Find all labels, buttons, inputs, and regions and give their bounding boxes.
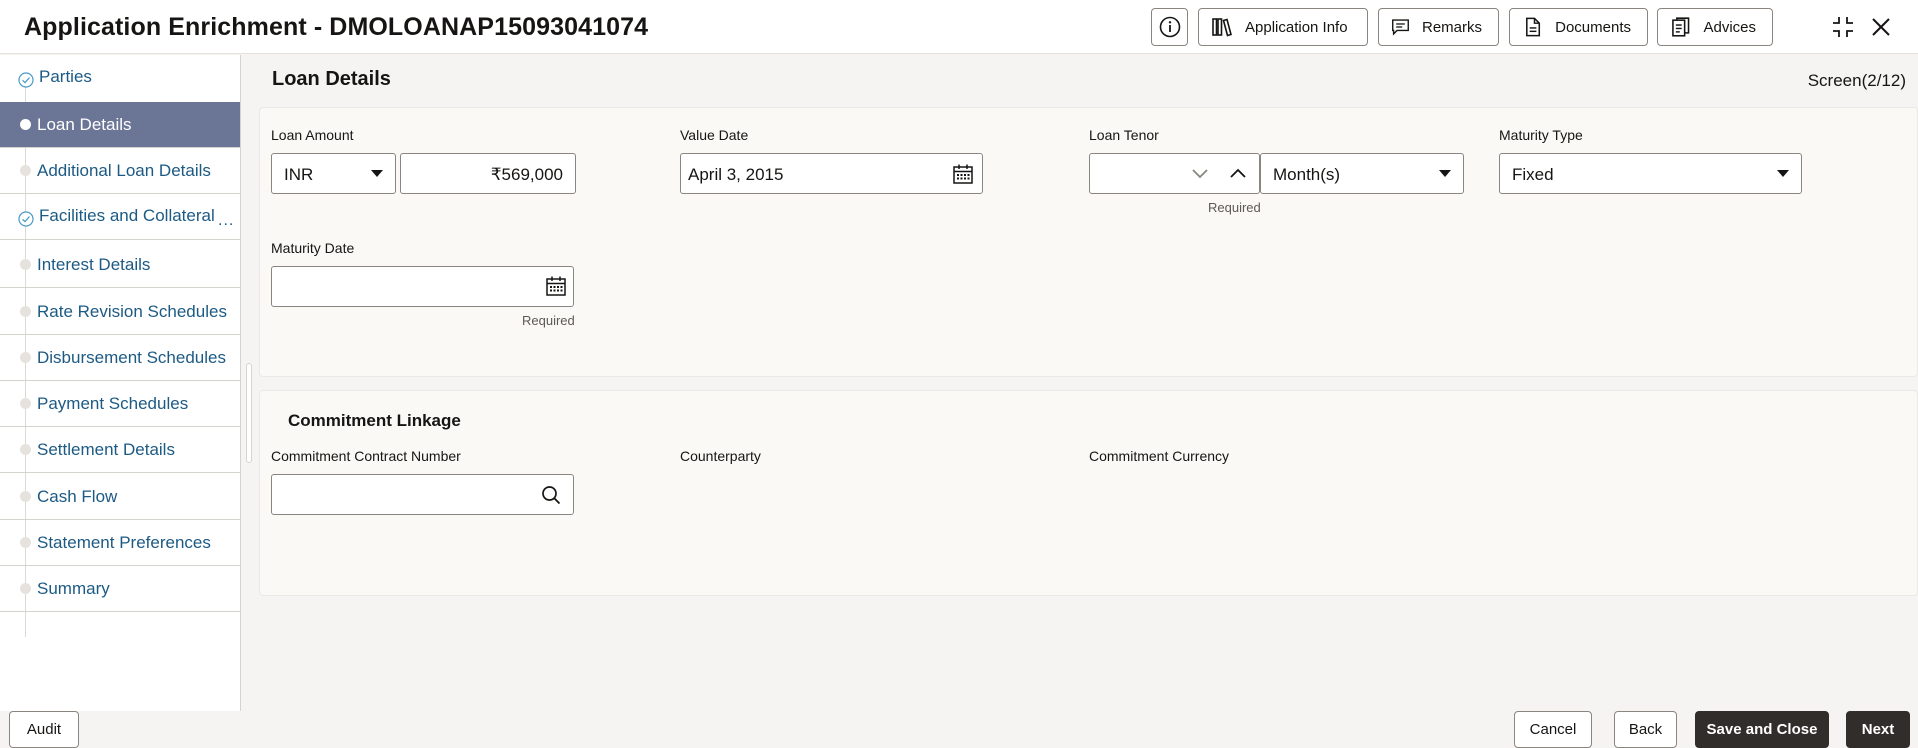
maturity-date-label: Maturity Date xyxy=(271,240,355,256)
sidebar-item-summary[interactable]: Summary xyxy=(0,566,240,612)
check-circle-icon xyxy=(18,210,34,227)
commitment-linkage-panel: Commitment Linkage Commitment Contract N… xyxy=(259,390,1918,596)
sidebar-item-label: Cash Flow xyxy=(37,486,118,506)
commitment-contract-number-input[interactable] xyxy=(271,474,574,515)
sidebar-item-rate-revision-schedules[interactable]: Rate Revision Schedules xyxy=(0,289,240,335)
loan-amount-value: ₹569,000 xyxy=(490,165,563,184)
commitment-linkage-title: Commitment Linkage xyxy=(288,411,461,430)
counterparty-label: Counterparty xyxy=(680,448,761,464)
step-dot-icon xyxy=(20,443,31,455)
info-button[interactable] xyxy=(1151,8,1188,46)
maturity-type-label: Maturity Type xyxy=(1499,127,1583,143)
sidebar-item-statement-preferences[interactable]: Statement Preferences xyxy=(0,520,240,566)
calendar-icon[interactable] xyxy=(545,275,567,297)
section-title: Loan Details xyxy=(272,68,391,90)
calendar-icon[interactable] xyxy=(952,163,974,185)
sidebar-item-label: Facilities and Collateral xyxy=(39,206,215,225)
documents-icon xyxy=(1526,17,1541,37)
step-dot-icon xyxy=(20,397,31,409)
sidebar-item-label: Summary xyxy=(37,578,110,598)
sidebar-item-additional-loan-details[interactable]: Additional Loan Details xyxy=(0,148,240,194)
value-date-label: Value Date xyxy=(680,127,749,143)
sidebar-item-label: Statement Preferences xyxy=(37,532,211,552)
tenor-unit-value: Month(s) xyxy=(1273,165,1341,184)
value-date-value: April 3, 2015 xyxy=(688,165,784,184)
search-icon[interactable] xyxy=(541,485,561,505)
step-dot-icon xyxy=(20,118,31,130)
loan-amount-label: Loan Amount xyxy=(271,127,354,143)
check-circle-icon xyxy=(18,72,34,88)
value-date-field[interactable]: April 3, 2015 xyxy=(680,153,983,194)
sidebar-item-label: Interest Details xyxy=(37,254,151,274)
commitment-contract-number-label: Commitment Contract Number xyxy=(271,448,461,464)
minimize-icon[interactable] xyxy=(1830,14,1856,40)
chevron-up-icon[interactable] xyxy=(1230,168,1246,178)
more-indicator: ... xyxy=(218,212,235,229)
sidebar-item-label: Parties xyxy=(39,67,92,86)
documents-button[interactable]: Documents xyxy=(1509,8,1648,46)
info-icon xyxy=(1159,16,1180,38)
sidebar-item-interest-details[interactable]: Interest Details xyxy=(0,242,240,288)
sidebar-item-settlement-details[interactable]: Settlement Details xyxy=(0,427,240,473)
library-icon xyxy=(1212,18,1232,37)
save-and-close-button[interactable]: Save and Close xyxy=(1695,711,1829,748)
sidebar-item-label: Additional Loan Details xyxy=(37,160,211,180)
loan-tenor-required: Required xyxy=(1208,200,1261,215)
main-content: Loan Details Screen(2/12) Loan Amount IN… xyxy=(242,55,1918,711)
currency-select[interactable]: INR xyxy=(271,153,396,194)
caret-down-icon xyxy=(1439,170,1451,177)
next-button[interactable]: Next xyxy=(1846,711,1910,748)
tenor-unit-select[interactable]: Month(s) xyxy=(1260,153,1464,194)
sidebar-item-loan-details[interactable]: Loan Details xyxy=(0,102,240,148)
application-info-label: Application Info xyxy=(1245,18,1348,36)
close-icon[interactable] xyxy=(1870,16,1892,38)
sidebar-item-label: Loan Details xyxy=(37,114,132,134)
audit-button[interactable]: Audit xyxy=(9,711,79,748)
maturity-type-value: Fixed xyxy=(1512,165,1554,184)
remarks-label: Remarks xyxy=(1421,18,1482,36)
caret-down-icon xyxy=(371,170,383,177)
sidebar-item-disbursement-schedules[interactable]: Disbursement Schedules xyxy=(0,335,240,381)
step-dot-icon xyxy=(20,536,31,548)
loan-tenor-label: Loan Tenor xyxy=(1089,127,1159,143)
step-dot-icon xyxy=(20,305,31,317)
advices-icon xyxy=(1672,17,1690,37)
advices-label: Advices xyxy=(1703,18,1756,36)
back-button[interactable]: Back xyxy=(1614,711,1677,748)
loan-tenor-stepper[interactable] xyxy=(1089,153,1260,194)
page-title: Application Enrichment - DMOLOANAP150930… xyxy=(24,13,649,41)
caret-down-icon xyxy=(1777,170,1789,177)
currency-value: INR xyxy=(284,165,314,184)
commitment-currency-label: Commitment Currency xyxy=(1089,448,1230,464)
cancel-button[interactable]: Cancel xyxy=(1514,711,1592,748)
sidebar-item-cash-flow[interactable]: Cash Flow xyxy=(0,474,240,520)
sidebar-item-label: Disbursement Schedules xyxy=(37,347,226,367)
sidebar-item-payment-schedules[interactable]: Payment Schedules xyxy=(0,381,240,427)
loan-amount-input[interactable]: ₹569,000 xyxy=(400,153,576,194)
sidebar-nav: Parties Loan Details Additional Loan Det… xyxy=(0,55,241,711)
step-dot-icon xyxy=(20,582,31,594)
step-dot-icon xyxy=(20,490,31,502)
maturity-date-field[interactable] xyxy=(271,266,574,307)
sidebar-item-parties[interactable]: Parties xyxy=(0,55,240,101)
comment-icon xyxy=(1392,19,1409,36)
step-dot-icon xyxy=(20,351,31,363)
sidebar-item-facilities-and-collateral[interactable]: Facilities and Collateral ... xyxy=(0,194,240,240)
application-info-button[interactable]: Application Info xyxy=(1198,8,1368,46)
maturity-date-required: Required xyxy=(522,313,575,328)
remarks-button[interactable]: Remarks xyxy=(1378,8,1499,46)
app-header: Application Enrichment - DMOLOANAP150930… xyxy=(0,0,1918,54)
sidebar-item-label: Rate Revision Schedules xyxy=(37,301,227,321)
sidebar-item-label: Payment Schedules xyxy=(37,393,189,413)
advices-button[interactable]: Advices xyxy=(1657,8,1773,46)
step-dot-icon xyxy=(20,258,31,270)
screen-counter: Screen(2/12) xyxy=(1807,71,1906,90)
documents-label: Documents xyxy=(1555,18,1631,36)
sidebar-item-label: Settlement Details xyxy=(37,439,175,459)
loan-details-panel: Loan Amount INR ₹569,000 Value Date Apri… xyxy=(259,107,1918,377)
step-dot-icon xyxy=(20,164,31,176)
chevron-down-icon[interactable] xyxy=(1192,169,1208,179)
maturity-type-select[interactable]: Fixed xyxy=(1499,153,1802,194)
